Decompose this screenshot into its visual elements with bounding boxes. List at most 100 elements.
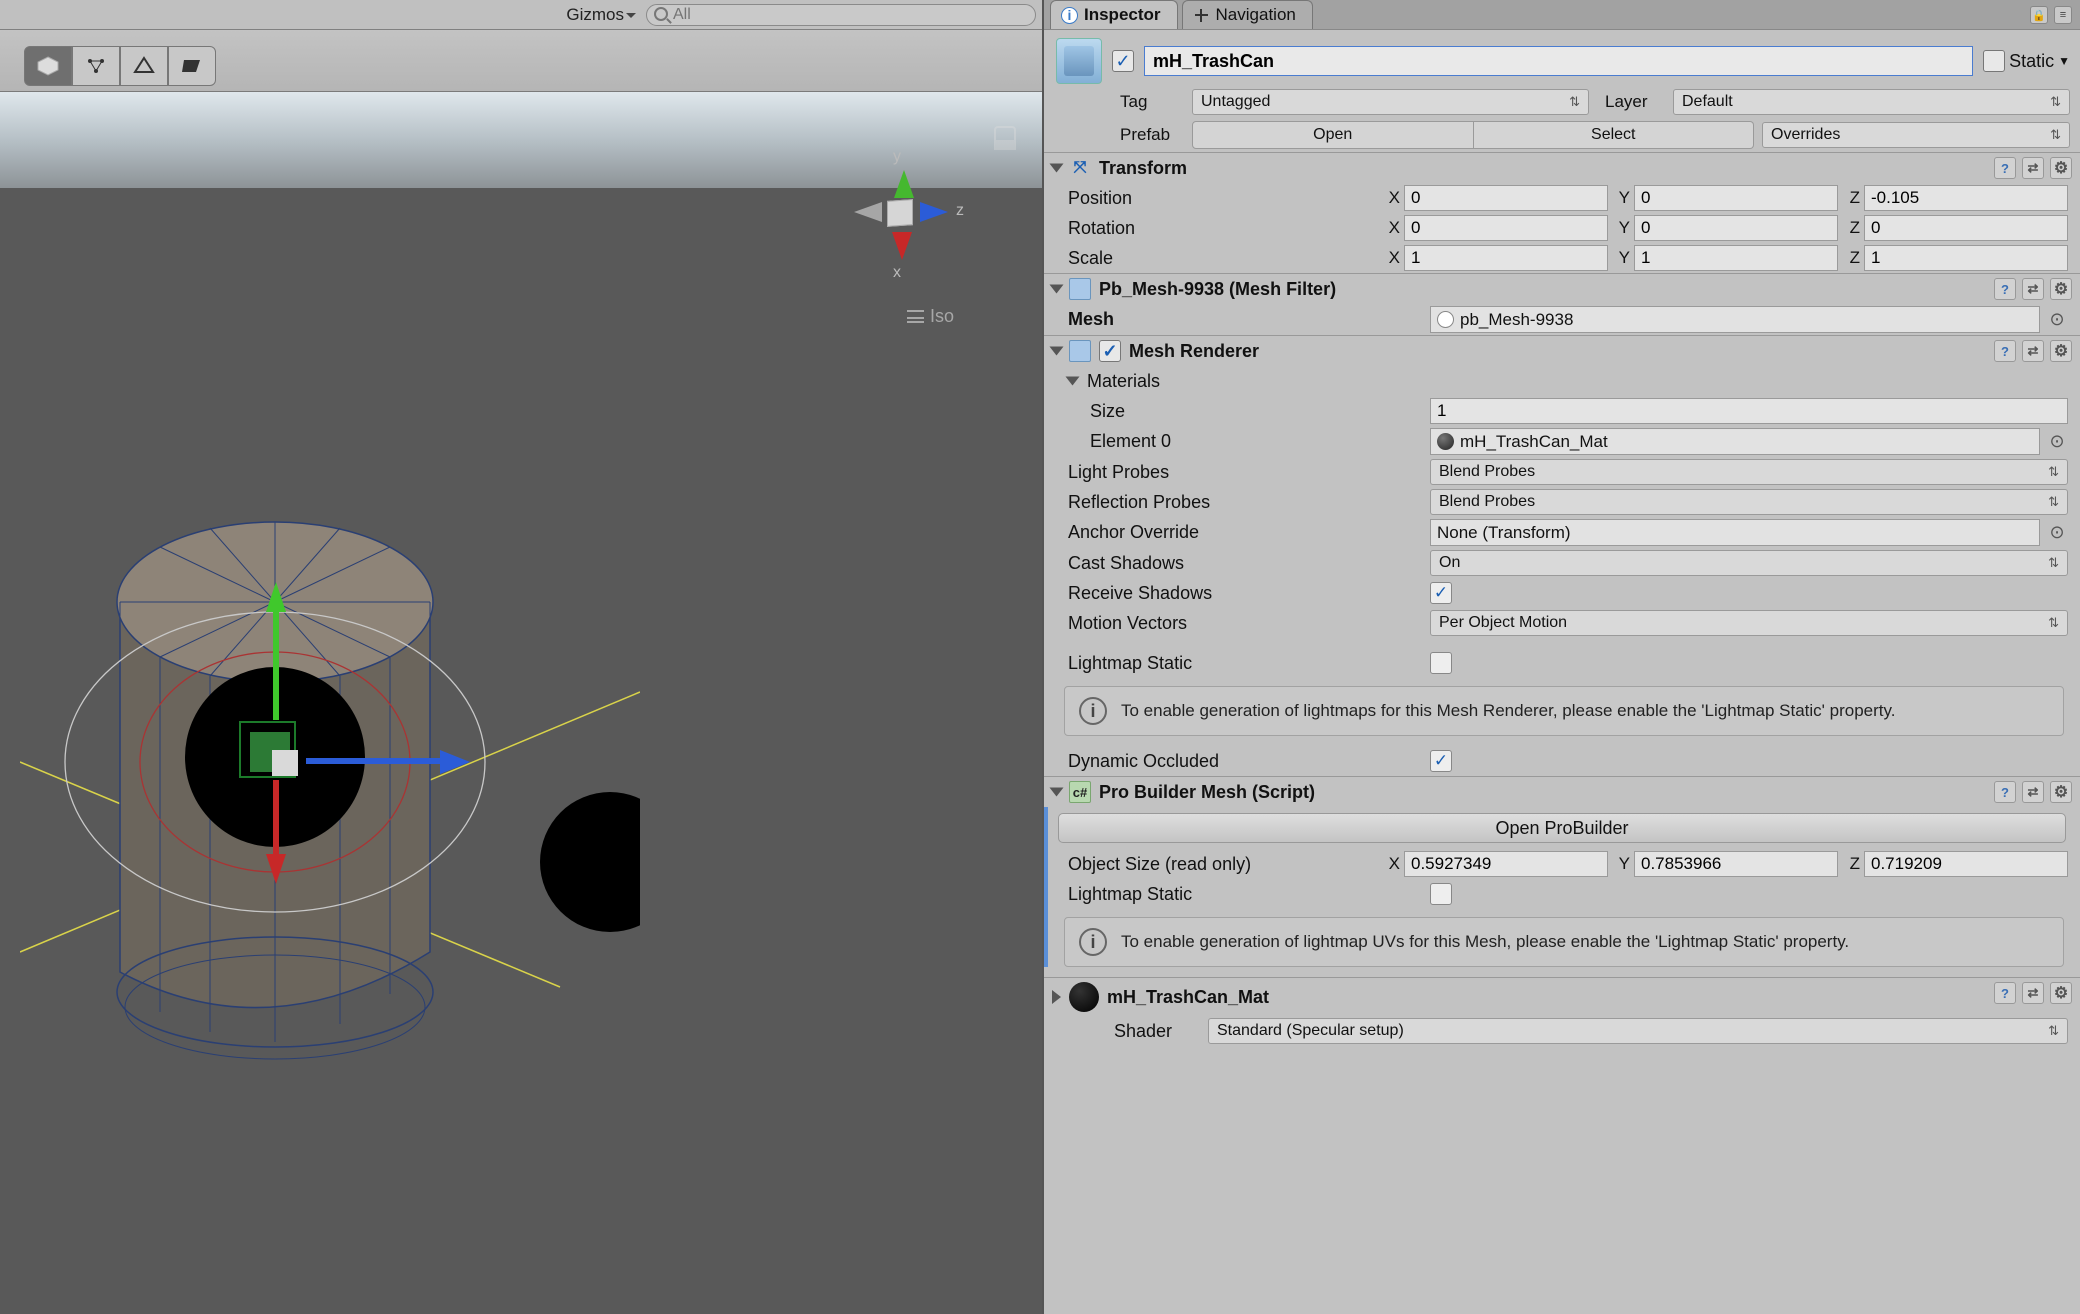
scene-toolstrip <box>0 30 1042 92</box>
probuilder-component: c# Pro Builder Mesh (Script) Open ProBui… <box>1044 776 2080 967</box>
anchor-override-field[interactable]: None (Transform) <box>1430 519 2040 546</box>
foldout-icon[interactable] <box>1052 990 1061 1004</box>
tab-inspector[interactable]: i Inspector <box>1050 0 1178 29</box>
object-size-y <box>1634 851 1838 877</box>
probuilder-header[interactable]: c# Pro Builder Mesh (Script) <box>1044 777 2080 807</box>
mesh-renderer-header[interactable]: ✓ Mesh Renderer <box>1044 336 2080 366</box>
preset-icon[interactable] <box>2022 340 2044 362</box>
tool-edge-icon[interactable] <box>120 46 168 86</box>
prefab-open-button[interactable]: Open <box>1192 121 1474 149</box>
axis-y-label: y <box>893 148 901 166</box>
scale-x-input[interactable] <box>1404 245 1608 271</box>
preset-icon[interactable] <box>2022 157 2044 179</box>
element0-object-field[interactable]: mH_TrashCan_Mat <box>1430 428 2040 455</box>
panel-lock-icon[interactable]: 🔒 <box>2030 6 2048 24</box>
transform-component: ⤧ Transform Position X Y Z Rotation <box>1044 152 2080 273</box>
scene-view: Gizmos y z x Iso <box>0 0 1044 1314</box>
axis-z-icon[interactable] <box>920 202 948 222</box>
foldout-icon[interactable] <box>1050 347 1064 356</box>
tool-shaded-icon[interactable] <box>24 46 72 86</box>
static-dropdown-icon[interactable]: ▼ <box>2058 54 2070 68</box>
layer-dropdown[interactable]: Default <box>1673 89 2070 115</box>
gear-icon[interactable] <box>2050 340 2072 362</box>
panel-menu-icon[interactable]: ≡ <box>2054 6 2072 24</box>
tab-navigation[interactable]: Navigation <box>1182 0 1313 29</box>
cast-shadows-dropdown[interactable]: On <box>1430 550 2068 576</box>
info-text: To enable generation of lightmaps for th… <box>1121 701 1895 721</box>
rotation-y-input[interactable] <box>1634 215 1838 241</box>
gear-icon[interactable] <box>2050 157 2072 179</box>
position-x-input[interactable] <box>1404 185 1608 211</box>
tool-wireframe-icon[interactable] <box>72 46 120 86</box>
object-picker-icon[interactable] <box>2046 306 2068 333</box>
gear-icon[interactable] <box>2050 781 2072 803</box>
receive-shadows-checkbox[interactable]: ✓ <box>1430 582 1452 604</box>
mesh-object-field[interactable]: pb_Mesh-9938 <box>1430 306 2040 333</box>
cast-shadows-label: Cast Shadows <box>1068 553 1424 574</box>
scale-z-input[interactable] <box>1864 245 2068 271</box>
reflection-probes-label: Reflection Probes <box>1068 492 1424 513</box>
active-checkbox[interactable]: ✓ <box>1112 50 1134 72</box>
gear-icon[interactable] <box>2050 278 2072 300</box>
axis-cube-icon[interactable] <box>887 199 913 227</box>
preset-icon[interactable] <box>2022 982 2044 1004</box>
rotation-x-input[interactable] <box>1404 215 1608 241</box>
scale-label: Scale <box>1068 248 1376 269</box>
material-preview-icon <box>1069 982 1099 1012</box>
materials-size-input[interactable] <box>1430 398 2068 424</box>
dynamic-occluded-label: Dynamic Occluded <box>1068 751 1424 772</box>
prefab-overrides-dropdown[interactable]: Overrides <box>1762 122 2070 148</box>
foldout-icon[interactable] <box>1050 788 1064 797</box>
lightmap-info-box: i To enable generation of lightmaps for … <box>1064 686 2064 736</box>
prefab-select-button[interactable]: Select <box>1474 121 1755 149</box>
position-z-input[interactable] <box>1864 185 2068 211</box>
foldout-icon[interactable] <box>1066 377 1080 386</box>
tag-dropdown[interactable]: Untagged <box>1192 89 1589 115</box>
transform-header[interactable]: ⤧ Transform <box>1044 153 2080 183</box>
foldout-icon[interactable] <box>1050 164 1064 173</box>
light-probes-dropdown[interactable]: Blend Probes <box>1430 459 2068 485</box>
lightmap-static-checkbox[interactable] <box>1430 652 1452 674</box>
reflection-probes-dropdown[interactable]: Blend Probes <box>1430 489 2068 515</box>
object-picker-icon[interactable] <box>2046 519 2068 546</box>
material-header[interactable]: mH_TrashCan_Mat <box>1044 978 2080 1016</box>
position-y-input[interactable] <box>1634 185 1838 211</box>
help-icon[interactable] <box>1994 982 2016 1004</box>
tool-face-icon[interactable] <box>168 46 216 86</box>
axis-y-icon[interactable] <box>894 170 914 198</box>
mesh-renderer-enable-checkbox[interactable]: ✓ <box>1099 340 1121 362</box>
scale-y-input[interactable] <box>1634 245 1838 271</box>
scene-search-input[interactable] <box>646 4 1036 26</box>
rotation-z-input[interactable] <box>1864 215 2068 241</box>
gameobject-name-input[interactable] <box>1144 46 1973 76</box>
lock-icon[interactable] <box>994 126 1016 150</box>
foldout-icon[interactable] <box>1050 285 1064 294</box>
object-picker-icon[interactable] <box>2046 428 2068 455</box>
gizmos-dropdown[interactable]: Gizmos <box>556 4 640 26</box>
layer-label: Layer <box>1605 92 1665 112</box>
help-icon[interactable] <box>1994 278 2016 300</box>
info-text: To enable generation of lightmap UVs for… <box>1121 932 1849 952</box>
scene-viewport[interactable]: y z x Iso <box>0 92 1042 1314</box>
preset-icon[interactable] <box>2022 278 2044 300</box>
motion-vectors-dropdown[interactable]: Per Object Motion <box>1430 610 2068 636</box>
help-icon[interactable] <box>1994 340 2016 362</box>
projection-toggle[interactable]: Iso <box>907 306 954 327</box>
orientation-gizmo[interactable]: y z x <box>846 156 956 296</box>
shader-dropdown[interactable]: Standard (Specular setup) <box>1208 1018 2068 1044</box>
axis-x-icon[interactable] <box>892 232 912 260</box>
mesh-filter-header[interactable]: Pb_Mesh-9938 (Mesh Filter) <box>1044 274 2080 304</box>
open-probuilder-button[interactable]: Open ProBuilder <box>1058 813 2066 843</box>
mesh-filter-icon <box>1069 278 1091 300</box>
dynamic-occluded-checkbox[interactable]: ✓ <box>1430 750 1452 772</box>
gear-icon[interactable] <box>2050 982 2072 1004</box>
pb-lightmap-info-box: i To enable generation of lightmap UVs f… <box>1064 917 2064 967</box>
prefab-label: Prefab <box>1120 125 1184 145</box>
help-icon[interactable] <box>1994 781 2016 803</box>
help-icon[interactable] <box>1994 157 2016 179</box>
gameobject-cube-icon[interactable] <box>1056 38 1102 84</box>
static-checkbox[interactable] <box>1983 50 2005 72</box>
axis-neg-icon[interactable] <box>854 202 882 222</box>
preset-icon[interactable] <box>2022 781 2044 803</box>
pb-lightmap-static-checkbox[interactable] <box>1430 883 1452 905</box>
